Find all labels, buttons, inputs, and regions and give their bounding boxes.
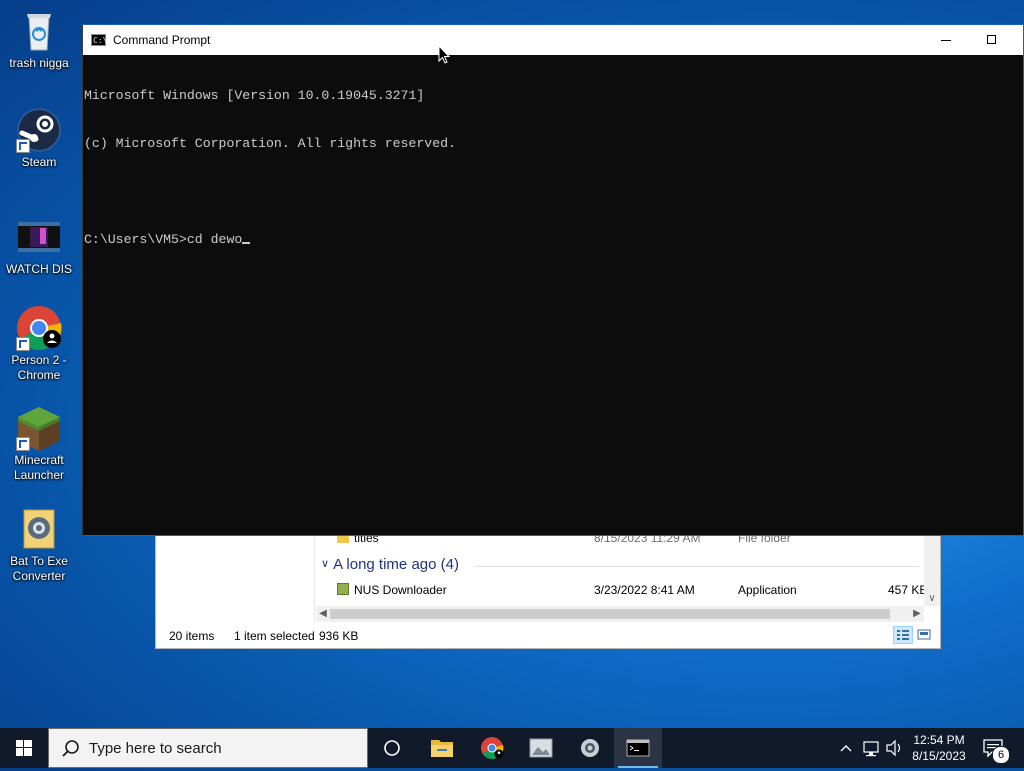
- file-type: Application: [738, 583, 797, 597]
- video-file-icon: [16, 214, 62, 260]
- search-placeholder: Type here to search: [89, 740, 222, 757]
- minimize-button[interactable]: [923, 25, 969, 55]
- window-title: Command Prompt: [113, 33, 211, 47]
- scroll-right-icon[interactable]: ▶: [910, 606, 924, 622]
- desktop-icon-label: Steam: [21, 155, 57, 169]
- horizontal-scrollbar[interactable]: ◀ ▶: [316, 606, 924, 622]
- large-icons-view-icon[interactable]: [915, 626, 935, 644]
- task-view-icon: [384, 740, 400, 756]
- network-button[interactable]: [860, 728, 882, 768]
- group-divider: [474, 566, 919, 567]
- taskbar-chrome[interactable]: [468, 728, 516, 768]
- file-size: 457 KB: [888, 583, 928, 597]
- chrome-icon: [16, 305, 62, 351]
- details-view-icon[interactable]: [893, 626, 913, 644]
- taskbar-command-prompt[interactable]: [614, 728, 662, 768]
- minecraft-icon: [16, 405, 62, 451]
- file-explorer-icon: [431, 740, 453, 757]
- scroll-left-icon[interactable]: ◀: [316, 606, 330, 622]
- chevron-down-icon: ∨: [321, 558, 330, 570]
- start-button[interactable]: [0, 728, 48, 768]
- item-count: 20 items: [169, 629, 215, 643]
- text-cursor: [242, 242, 251, 244]
- maximize-button[interactable]: [969, 25, 1015, 55]
- desktop-icon-recycle-bin[interactable]: trash nigga: [6, 8, 72, 71]
- application-icon: [337, 583, 349, 595]
- windows-logo-icon: [16, 740, 32, 756]
- status-bar: 20 items 1 item selected 936 KB: [156, 626, 940, 646]
- title-bar[interactable]: C:\ Command Prompt: [83, 25, 1023, 55]
- clock-date: 8/15/2023: [912, 749, 966, 763]
- file-row[interactable]: NUS Downloader: [337, 580, 447, 600]
- system-clock[interactable]: 12:54 PM 8/15/2023: [903, 732, 975, 764]
- desktop-icon-label: WATCH DIS: [6, 262, 72, 276]
- taskbar-photos[interactable]: [517, 728, 565, 768]
- shortcut-arrow-icon: [16, 337, 30, 351]
- desktop-icon-label: trash nigga: [9, 56, 69, 70]
- shortcut-arrow-icon: [16, 139, 30, 153]
- command-prompt-icon: C:\: [91, 34, 108, 46]
- desktop-icon-label: Person 2 - Chrome: [11, 353, 67, 382]
- console-input-line[interactable]: C:\Users\VM5>cd dewo: [84, 232, 1023, 248]
- file-name: NUS Downloader: [354, 583, 447, 597]
- steam-icon: [16, 107, 62, 153]
- search-icon: [62, 740, 79, 757]
- console-line: Microsoft Windows [Version 10.0.19045.32…: [84, 88, 425, 103]
- desktop-icon-bat-to-exe[interactable]: Bat To Exe Converter: [6, 506, 72, 584]
- chrome-icon: [481, 737, 504, 759]
- scrollbar-thumb[interactable]: [330, 609, 890, 619]
- shortcut-arrow-icon: [16, 437, 30, 451]
- photo-app-icon: [529, 738, 553, 758]
- group-label: A long time ago (4): [333, 556, 459, 573]
- notification-count-badge: 6: [992, 746, 1010, 764]
- console-line: (c) Microsoft Corporation. All rights re…: [84, 136, 456, 151]
- clock-time: 12:54 PM: [913, 733, 965, 747]
- vertical-scrollbar[interactable]: ∨: [924, 530, 940, 606]
- recycle-bin-icon: [16, 8, 62, 54]
- command-prompt-window[interactable]: C:\ Command Prompt Microsoft Windows [Ve…: [82, 24, 1024, 536]
- desktop-icon-label: Minecraft Launcher: [13, 453, 65, 482]
- command-prompt-icon: [626, 739, 650, 757]
- network-icon: [863, 741, 879, 757]
- desktop-icon-chrome[interactable]: Person 2 - Chrome: [6, 305, 72, 383]
- selection-size: 936 KB: [319, 629, 359, 643]
- action-center-button[interactable]: 6: [978, 728, 1010, 768]
- scroll-down-icon[interactable]: ∨: [924, 592, 940, 606]
- settings-icon: [581, 739, 599, 757]
- console-input-text: C:\Users\VM5>cd dewo: [84, 232, 243, 247]
- volume-icon: [886, 739, 901, 757]
- volume-button[interactable]: [883, 728, 905, 768]
- desktop-icon-watch-dis[interactable]: WATCH DIS: [6, 214, 72, 277]
- desktop-icon-minecraft[interactable]: Minecraft Launcher: [6, 405, 72, 483]
- search-box[interactable]: Type here to search: [48, 728, 368, 768]
- group-header[interactable]: ∨ A long time ago (4): [321, 556, 459, 573]
- taskbar-file-explorer[interactable]: [418, 728, 466, 768]
- desktop-icon-steam[interactable]: Steam: [6, 107, 72, 170]
- show-hidden-icons-button[interactable]: [836, 728, 856, 768]
- navigation-pane[interactable]: [156, 530, 315, 622]
- desktop-icon-label: Bat To Exe Converter: [10, 554, 68, 583]
- bat-to-exe-icon: [16, 506, 62, 552]
- file-date: 3/23/2022 8:41 AM: [594, 583, 695, 597]
- selection-count: 1 item selected: [234, 629, 315, 643]
- console-output[interactable]: Microsoft Windows [Version 10.0.19045.32…: [84, 56, 1023, 535]
- chevron-up-icon: [840, 745, 852, 752]
- mouse-pointer-icon: [438, 45, 451, 64]
- taskbar: Type here to search 12:54 PM 8/15/2023 6: [0, 728, 1024, 768]
- file-explorer-window[interactable]: titles 8/15/2023 11:29 AM File folder ∨ A…: [155, 530, 941, 649]
- taskbar-settings[interactable]: [566, 728, 614, 768]
- task-view-button[interactable]: [368, 728, 416, 768]
